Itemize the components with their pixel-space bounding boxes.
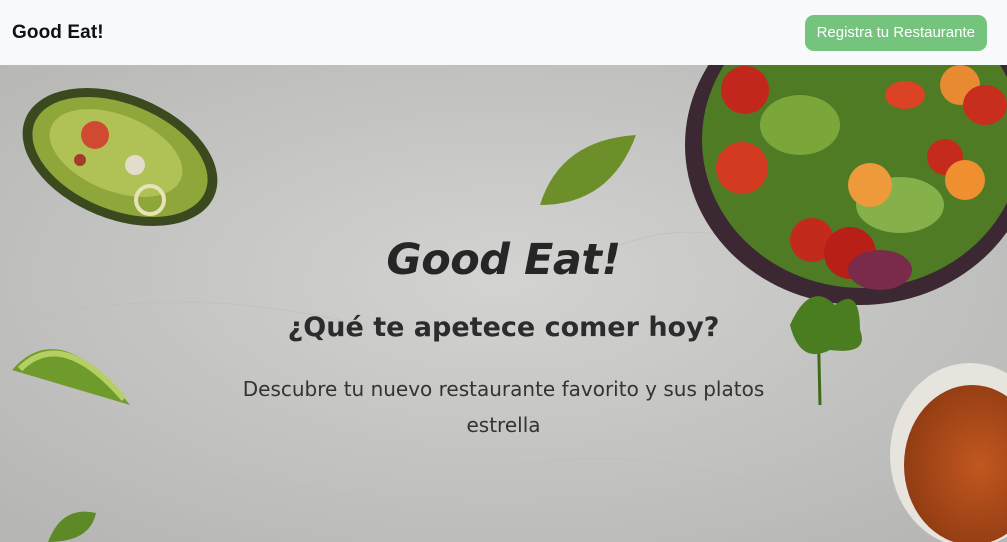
register-restaurant-button[interactable]: Registra tu Restaurante — [804, 14, 987, 51]
hero-text: Good Eat! ¿Qué te apetece comer hoy? Des… — [0, 65, 1007, 542]
hero-title: Good Eat! — [386, 235, 621, 285]
hero-description: Descubre tu nuevo restaurante favorito y… — [242, 377, 765, 437]
brand-logo[interactable]: Good Eat! — [12, 22, 104, 44]
hero-section: Good Eat! ¿Qué te apetece comer hoy? Des… — [0, 65, 1007, 542]
navbar: Good Eat! Registra tu Restaurante — [0, 0, 1007, 65]
hero-subtitle: ¿Qué te apetece comer hoy? — [287, 312, 720, 343]
